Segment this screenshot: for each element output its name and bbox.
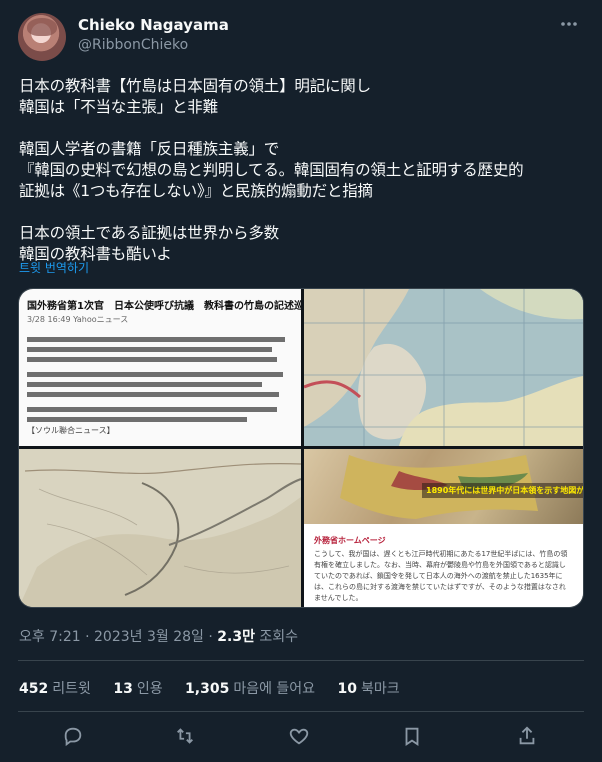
- historic-japan-map-image[interactable]: [19, 449, 301, 607]
- avatar[interactable]: [18, 13, 66, 61]
- views-count: 2.3만: [217, 629, 255, 645]
- like-icon[interactable]: [283, 720, 315, 752]
- action-bar: [18, 720, 584, 756]
- tweet-meta: 오후 7:21 · 2023년 3월 28일 · 2.3만 조회수: [19, 629, 299, 645]
- tweet-line: 日本の領土である証拠は世界から多数: [19, 224, 279, 242]
- tweet-line: 『韓国の史料で幻想の島と判明してる。韓国固有の領土と証明する歴史的: [19, 161, 524, 179]
- divider: [18, 660, 584, 661]
- map-caption: 1890年代には世界中が日本領を示す地図が多数発見: [422, 483, 583, 498]
- tweet-line: 日本の教科書【竹島は日本固有の領土】明記に関し: [19, 77, 371, 95]
- reply-icon[interactable]: [57, 720, 89, 752]
- news-screenshot-image[interactable]: 国外務省第1次官 日本公使呼び抗議 教科書の竹島の記述巡り 3/28 16:49…: [19, 289, 301, 446]
- retweets-stat[interactable]: 452 리트윗: [19, 678, 91, 698]
- views-label: 조회수: [259, 629, 299, 645]
- tweet-stats: 452 리트윗 13 인용 1,305 마음에 들어요 10 북마크: [19, 678, 418, 698]
- quotes-stat[interactable]: 13 인용: [113, 678, 162, 698]
- tweet-time: 오후 7:21: [19, 629, 81, 645]
- document-title: 外務省ホームページ: [314, 536, 386, 545]
- retweet-icon[interactable]: [169, 720, 201, 752]
- divider: [18, 711, 584, 712]
- translate-tweet-link[interactable]: 트윗 번역하기: [19, 259, 89, 276]
- news-title: 国外務省第1次官 日本公使呼び抗議 教科書の竹島の記述巡り: [27, 301, 301, 312]
- user-handle[interactable]: @RibbonChieko: [78, 37, 188, 53]
- textbook-and-document-image[interactable]: 1890年代には世界中が日本領を示す地図が多数発見 外務省ホームページ こうして…: [304, 449, 583, 607]
- more-options-icon[interactable]: [554, 12, 584, 36]
- old-map-image[interactable]: [304, 289, 583, 446]
- share-icon[interactable]: [511, 720, 543, 752]
- tweet-date: 2023년 3월 28일: [94, 629, 204, 645]
- tweet-line: 韓国は「不当な主張」と非難: [19, 98, 218, 116]
- bookmark-icon[interactable]: [396, 720, 428, 752]
- likes-stat[interactable]: 1,305 마음에 들어요: [185, 678, 315, 698]
- news-meta: 3/28 16:49 Yahooニュース: [27, 315, 129, 324]
- bookmarks-stat[interactable]: 10 북마크: [338, 678, 400, 698]
- tweet-line: 証拠は《1つも存在しない》』と民族的煽動だと指摘: [19, 182, 373, 200]
- tweet-line: 韓国人学者の書籍「反日種族主義」で: [19, 140, 280, 158]
- document-text: こうして、我が国は、遅くとも江戸時代初期にあたる17世紀半ばには、竹島の領有権を…: [314, 550, 568, 602]
- tweet-text: 日本の教科書【竹島は日本固有の領土】明記に関し 韓国は「不当な主張」と非難 韓国…: [19, 76, 584, 265]
- user-name[interactable]: Chieko Nagayama: [78, 16, 229, 34]
- media-grid[interactable]: 国外務省第1次官 日本公使呼び抗議 教科書の竹島の記述巡り 3/28 16:49…: [18, 288, 584, 608]
- news-source: 【ソウル聯合ニュース】: [27, 426, 115, 435]
- tweet-line: 韓国の教科書も酷いよ: [19, 245, 172, 263]
